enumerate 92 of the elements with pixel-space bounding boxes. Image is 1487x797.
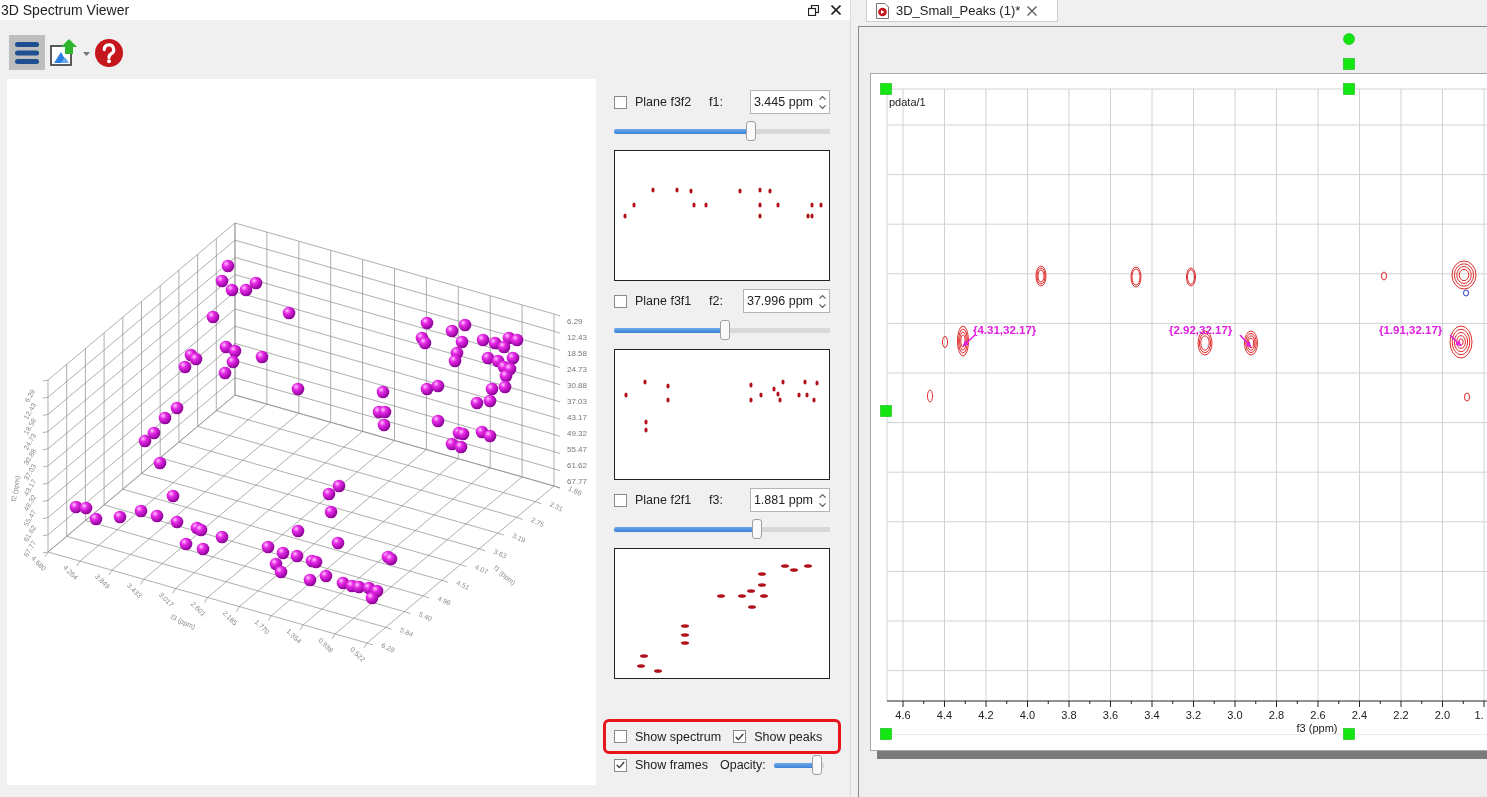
chevron-down-icon[interactable] [819, 303, 826, 308]
contour-peak [942, 336, 948, 348]
axis-tick-label: 30.88 [567, 381, 588, 390]
axis-label: f1: [709, 95, 723, 109]
contour-peak [927, 389, 933, 403]
leader-arrow [1239, 334, 1252, 348]
dataset-label: pdata/1 [889, 96, 926, 108]
square-handle[interactable] [880, 728, 892, 740]
axis-tick-label: 67.77 [567, 477, 588, 486]
axis-tick-label: 4.2 [978, 709, 994, 721]
axis-tick-label: 2.6 [1310, 709, 1326, 721]
axis-tick-label: 2.2 [1393, 709, 1409, 721]
axis-label: f2: [709, 294, 723, 308]
check-icon [616, 761, 625, 769]
axis-tick-label: 24.73 [567, 365, 588, 374]
checkbox[interactable] [614, 730, 627, 743]
contour-peak [1449, 325, 1473, 359]
square-handle[interactable] [1343, 58, 1355, 70]
chevron-up-icon[interactable] [819, 294, 826, 299]
axis-tick-label: 2.0 [1434, 709, 1451, 721]
slider-thumb[interactable] [745, 121, 756, 141]
axis-tick-label: 2.8 [1268, 709, 1285, 721]
image-export-icon [50, 39, 78, 66]
close-icon[interactable] [1027, 5, 1038, 16]
chevron-up-icon[interactable] [819, 95, 826, 100]
axis-tick-label: 61.62 [567, 461, 588, 470]
axis-tick-label: 55.47 [567, 445, 588, 454]
contour-peak [1130, 266, 1142, 288]
peak-label: {2.92,32.17} [1169, 324, 1233, 336]
spinbox[interactable]: 1.881 ppm [749, 488, 830, 512]
window-title: 3D Spectrum Viewer [0, 1, 130, 19]
axis-tick-label: 1. [1474, 709, 1484, 721]
checkbox-label: Show spectrum [635, 729, 722, 744]
axis-tick-label: 37.03 [567, 397, 588, 406]
square-handle[interactable] [1343, 83, 1355, 95]
chevron-down-icon[interactable] [819, 502, 826, 507]
axis-title: f3 (ppm) [1296, 722, 1338, 734]
axis-tick-label: 4.4 [936, 709, 953, 721]
axis-tick-label: 6.29 [567, 317, 583, 326]
document-icon [876, 2, 889, 19]
axis-tick-label: 2.4 [1351, 709, 1368, 721]
axis-label: f3: [709, 493, 723, 507]
contour-peak [1186, 267, 1196, 287]
slider-thumb[interactable] [720, 320, 730, 340]
axis-tick-label: 3.0 [1227, 709, 1243, 721]
leader-arrow [962, 334, 976, 347]
document-tab[interactable]: 3D_Small_Peaks (1)* [866, 0, 1059, 22]
chevron-up-icon[interactable] [819, 493, 826, 498]
checkbox[interactable] [614, 95, 627, 109]
checkbox-label: Show peaks [754, 729, 823, 744]
contour-peak [957, 325, 969, 357]
checkbox-label: Show frames [635, 758, 708, 772]
axis-tick-label: 3.4 [1144, 709, 1160, 721]
square-handle[interactable] [880, 83, 892, 95]
peak-label: {1.91,32.17} [1379, 324, 1443, 336]
axis-tick-label: 4.0 [1019, 709, 1036, 721]
restore-icon[interactable] [808, 4, 819, 16]
checkbox[interactable] [614, 493, 627, 507]
slider-thumb[interactable] [811, 755, 822, 775]
axis-tick-label: 18.58 [567, 349, 588, 358]
checkbox-label: Plane f3f1 [635, 294, 693, 308]
menu-icon [15, 41, 39, 64]
leader-arrow [1449, 334, 1462, 347]
checkbox-label: Plane f2f1 [635, 493, 693, 507]
checkbox[interactable] [614, 294, 627, 308]
check-icon [735, 732, 745, 741]
contour-peak [1035, 265, 1047, 287]
square-handle[interactable] [1343, 728, 1355, 740]
contour-peak [1464, 392, 1470, 402]
checkbox[interactable] [733, 730, 747, 743]
peak-label: {4.31,32.17} [973, 324, 1037, 336]
square-handle[interactable] [880, 405, 892, 417]
axis-tick-label: 43.17 [567, 413, 588, 422]
axis-tick-label: 3.8 [1061, 709, 1077, 721]
slider-thumb[interactable] [752, 519, 762, 539]
contour-peak [1381, 271, 1387, 281]
opacity-label: Opacity: [719, 758, 766, 772]
contour-peak [1244, 330, 1258, 356]
chevron-down-icon[interactable] [819, 104, 826, 109]
menu-button[interactable] [9, 35, 45, 70]
axis-tick-label: 3.2 [1185, 709, 1202, 721]
spinbox[interactable]: 3.445 ppm [749, 90, 830, 114]
checkbox[interactable] [614, 758, 627, 772]
spinbox[interactable]: 37.996 ppm [742, 289, 830, 313]
axis-tick-label: 4.6 [895, 709, 911, 721]
checkbox-label: Plane f3f2 [635, 95, 693, 109]
axis-tick-label: 12.43 [567, 333, 588, 342]
axis-tick-label: 3.6 [1102, 709, 1119, 721]
help-icon [95, 38, 123, 67]
close-icon[interactable] [831, 5, 841, 15]
axis-tick-label: 49.32 [567, 429, 588, 438]
round-handle[interactable] [1343, 33, 1355, 45]
